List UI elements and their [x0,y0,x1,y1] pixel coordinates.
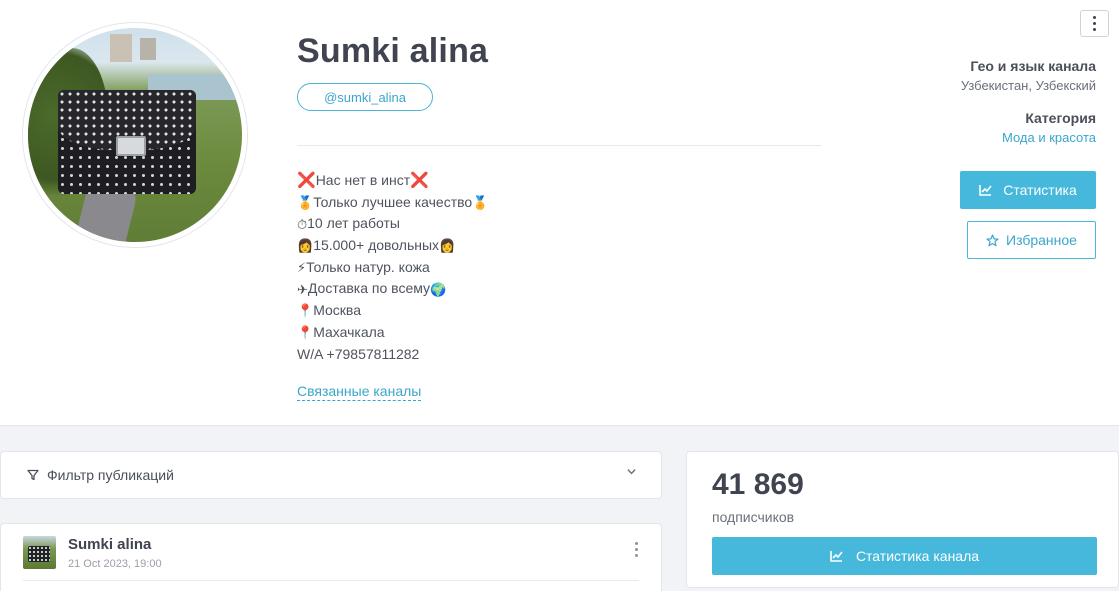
emoji-icon: ✈ [297,281,308,297]
channel-description: ❌ Нас нет в инст ❌ 🏅 Только лучшее качество 🏅… [297,170,797,365]
subscriber-label: подписчиков [712,509,795,525]
emoji-icon: ⚡ [297,260,307,276]
dot-icon [634,554,638,557]
post-more-button[interactable] [631,542,641,562]
channel-header: Sumki alina @sumki_alina ❌ Нас нет в инст… [0,0,1119,426]
dot-icon [634,542,638,545]
description-line: 👩 15.000+ довольных 👩 [297,235,797,257]
description-line: 🏅 Только лучшее качество 🏅 [297,192,797,214]
more-options-button[interactable] [1080,10,1109,37]
channel-avatar [22,22,248,248]
emoji-icon: 📍 [297,325,314,341]
divider [23,580,639,581]
divider [297,145,821,146]
category-link[interactable]: Мода и красота [961,130,1096,145]
dot-icon [1093,28,1096,31]
chevron-down-icon[interactable] [626,466,637,477]
post-author[interactable]: Sumki alina [68,536,151,553]
statistics-label: Статистика [1003,182,1077,198]
geo-label: Гео и язык канала [970,58,1096,74]
description-line: ⏱ 10 лет работы [297,213,797,235]
post-card: Sumki alina 21 Oct 2023, 19:00 [0,523,662,591]
emoji-icon: 🏅 [297,195,314,211]
dot-icon [1093,22,1096,25]
description-line: ❌ Нас нет в инст ❌ [297,170,797,192]
channel-handle-link[interactable]: @sumki_alina [297,83,433,111]
emoji-icon: 👩 [439,238,456,254]
post-avatar-bag [28,546,50,562]
channel-statistics-label: Статистика канала [855,548,980,564]
emoji-icon: 🌍 [430,281,447,297]
filter-label: Фильтр публикаций [47,467,174,483]
description-text: Махачкала [313,323,385,340]
favorite-label: Избранное [1006,232,1077,248]
chart-icon [979,185,992,196]
emoji-icon: ⏱ [297,216,308,232]
emoji-icon: ❌ [410,172,429,190]
subscriber-count: 41 869 [712,468,804,501]
description-text: Нас нет в инст [315,172,411,188]
emoji-icon: 👩 [297,238,314,254]
favorite-button[interactable]: Избранное [967,221,1096,259]
description-line: 📍 Москва [297,300,797,322]
channel-info: Гео и язык канала Узбекистан, Узбекский … [961,58,1096,145]
description-text: Доставка по всему [307,280,431,297]
description-text: Только натур. кожа [306,258,430,275]
description-text: Только лучшее качество [313,193,473,210]
description-line: 📍 Махачкала [297,322,797,344]
emoji-icon: 📍 [297,303,314,319]
star-icon [986,233,999,246]
avatar-image [28,28,242,242]
subscribers-card: 41 869 подписчиков Статистика канала [686,451,1119,588]
category-label: Категория [1025,110,1096,126]
channel-name: Sumki alina [297,32,489,70]
post-date: 21 Oct 2023, 19:00 [68,558,162,570]
geo-value: Узбекистан, Узбекский [960,78,1096,93]
description-text: 10 лет работы [307,215,400,232]
related-channels-link[interactable]: Связанные каналы [297,383,422,401]
description-text: W/A +79857811282 [297,345,420,362]
avatar-bag-clasp [116,136,146,156]
dot-icon [1093,16,1096,19]
avatar-bg-building [140,38,156,60]
statistics-button[interactable]: Статистика [960,171,1096,209]
channel-statistics-button[interactable]: Статистика канала [712,537,1097,575]
emoji-icon: 🏅 [472,195,489,211]
description-line: W/A +79857811282 [297,344,797,366]
filter-icon [27,469,39,481]
avatar-bg-building [110,34,132,62]
dot-icon [634,548,638,551]
post-avatar[interactable] [23,536,56,569]
chart-icon [830,551,843,562]
description-line: ✈ Доставка по всему 🌍 [297,278,797,300]
description-text: Москва [313,302,361,319]
description-line: ⚡ Только натур. кожа [297,257,797,279]
emoji-icon: ❌ [297,172,316,190]
description-text: 15.000+ довольных [313,237,440,254]
publication-filter[interactable]: Фильтр публикаций [0,451,662,499]
